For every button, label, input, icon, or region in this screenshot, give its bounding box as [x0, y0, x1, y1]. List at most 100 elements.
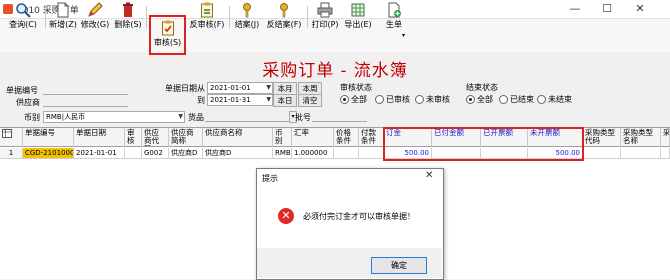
- close-all-radio[interactable]: 全部: [466, 94, 493, 105]
- query-button[interactable]: 查询(C): [6, 2, 40, 32]
- delete-button[interactable]: 删除(S): [113, 2, 143, 32]
- dialog-message: 必须付完订金才可以审核单据！: [303, 212, 415, 221]
- currency-select[interactable]: RMB|人民币 ▼: [43, 111, 185, 123]
- col-header-supplier-code[interactable]: 供应商代码: [142, 128, 169, 147]
- dialog-ok-button[interactable]: 确定: [371, 257, 427, 274]
- key-icon: [243, 3, 251, 18]
- col-header-price-terms[interactable]: 价格条件: [334, 128, 359, 147]
- supplier-field[interactable]: [43, 96, 128, 107]
- order-no-label: 单据编号: [6, 86, 38, 95]
- generate-document-icon: [388, 2, 401, 18]
- trash-icon: [123, 2, 133, 17]
- col-header-payment-terms[interactable]: 付款条件: [359, 128, 384, 147]
- date-from-value: 2021-01-01: [210, 84, 251, 92]
- toolbar-separator: [45, 6, 46, 28]
- currency-value: RMB|人民币: [46, 113, 86, 121]
- cell-supplier-code[interactable]: G002: [142, 148, 169, 159]
- edit-pencil-icon: [88, 2, 103, 17]
- cell-supplier-name[interactable]: 供应商D: [203, 148, 273, 159]
- cell-purchase-type-code[interactable]: [583, 148, 621, 159]
- chevron-down-icon[interactable]: ▼: [178, 112, 183, 122]
- maximize-button[interactable]: ☐: [592, 0, 622, 18]
- grid-icon: [2, 129, 12, 138]
- printer-icon: [317, 2, 333, 18]
- col-header-rate[interactable]: 汇率: [292, 128, 334, 147]
- magnifier-icon: [16, 3, 31, 18]
- batch-field[interactable]: [312, 111, 367, 122]
- dialog-title: 提示: [262, 174, 278, 183]
- goods-field[interactable]: [205, 111, 290, 122]
- date-to-value: 2021-01-31: [210, 96, 251, 104]
- cell-supplier-short[interactable]: 供应商D: [169, 148, 203, 159]
- unaudit-button[interactable]: 反审核(F): [187, 2, 227, 32]
- supplier-label: 供应商: [16, 98, 40, 107]
- radio-icon: [375, 95, 384, 104]
- close-not-radio[interactable]: 未结束: [537, 94, 572, 105]
- new-document-icon: [57, 2, 69, 18]
- order-no-field[interactable]: [43, 84, 128, 95]
- radio-icon: [537, 95, 546, 104]
- date-from-field[interactable]: 2021-01-01 ▼: [207, 82, 273, 94]
- unaudit-clipboard-icon: [201, 2, 213, 18]
- clear-button[interactable]: 清空: [298, 94, 322, 107]
- new-button[interactable]: 新增(Z): [48, 2, 78, 32]
- toolbar-separator: [229, 6, 230, 28]
- col-header-purchase-type-code[interactable]: 采购类型代码: [583, 128, 621, 147]
- chevron-down-icon[interactable]: ▼: [266, 95, 271, 105]
- audit-all-radio[interactable]: 全部: [340, 94, 367, 105]
- col-header-purchase-type-name[interactable]: 采购类型名称: [621, 128, 661, 147]
- chevron-down-icon[interactable]: ▼: [266, 83, 271, 93]
- currency-label: 币别: [24, 113, 40, 122]
- document-title: 采购订单 - 流水簿: [262, 61, 408, 81]
- minimize-button[interactable]: —: [560, 0, 590, 18]
- export-sheet-icon: [351, 3, 365, 17]
- radio-selected-icon: [466, 95, 475, 104]
- cell-price-terms[interactable]: [334, 148, 359, 159]
- generate-button[interactable]: 生单: [379, 2, 409, 32]
- chevron-down-icon[interactable]: ▾: [402, 32, 405, 39]
- grid-select-all-cell[interactable]: [0, 128, 23, 147]
- goods-label: 货品: [188, 113, 204, 122]
- col-header-currency[interactable]: 币别: [273, 128, 292, 147]
- toolbar-separator: [307, 6, 308, 28]
- cell-purchase-type-name[interactable]: [621, 148, 661, 159]
- col-header-audit[interactable]: 审核: [125, 128, 142, 147]
- col-header-supplier-name[interactable]: 供应商名称: [203, 128, 273, 147]
- cell-currency[interactable]: RMB: [273, 148, 292, 159]
- unclose-document-button[interactable]: 反结案(F): [265, 2, 303, 32]
- print-button[interactable]: 打印(P): [310, 2, 340, 32]
- col-header-supplier-short[interactable]: 供应商简称: [169, 128, 203, 147]
- col-header-more[interactable]: 采: [661, 128, 670, 147]
- cell-order-date[interactable]: 2021-01-01: [74, 148, 125, 159]
- edit-button[interactable]: 修改(G): [80, 2, 110, 32]
- close-done-radio[interactable]: 已结束: [499, 94, 534, 105]
- key-icon: [280, 3, 288, 18]
- audit-button[interactable]: 审核(S): [149, 15, 186, 55]
- cell-payment-terms[interactable]: [359, 148, 384, 159]
- toolbar-separator: [146, 6, 147, 28]
- audit-status-label: 审核状态: [340, 83, 372, 92]
- date-to-label: 到: [197, 96, 205, 105]
- batch-label: 批号: [295, 113, 311, 122]
- radio-icon: [415, 95, 424, 104]
- close-document-button[interactable]: 结案(J): [231, 2, 263, 32]
- audit-clipboard-icon: [161, 20, 174, 36]
- cell-order-no[interactable]: CGD-21010001: [23, 148, 74, 159]
- error-icon: ✕: [278, 208, 294, 224]
- dialog-close-button[interactable]: ✕: [425, 170, 433, 181]
- cell-rate[interactable]: 1.000000: [292, 148, 334, 159]
- today-button[interactable]: 本日: [273, 94, 297, 107]
- radio-selected-icon: [340, 95, 349, 104]
- cell-more[interactable]: [661, 148, 670, 159]
- radio-icon: [499, 95, 508, 104]
- col-header-order-date[interactable]: 单据日期: [74, 128, 125, 147]
- close-window-button[interactable]: ✕: [625, 0, 655, 18]
- col-header-order-no[interactable]: 单据编号: [23, 128, 74, 147]
- cell-audit[interactable]: [125, 148, 142, 159]
- audit-not-radio[interactable]: 未审核: [415, 94, 450, 105]
- audit-done-radio[interactable]: 已审核: [375, 94, 410, 105]
- date-to-field[interactable]: 2021-01-31 ▼: [207, 94, 273, 106]
- row-number[interactable]: 1: [0, 148, 23, 159]
- highlight-box: [383, 127, 584, 161]
- export-button[interactable]: 导出(E): [342, 2, 374, 32]
